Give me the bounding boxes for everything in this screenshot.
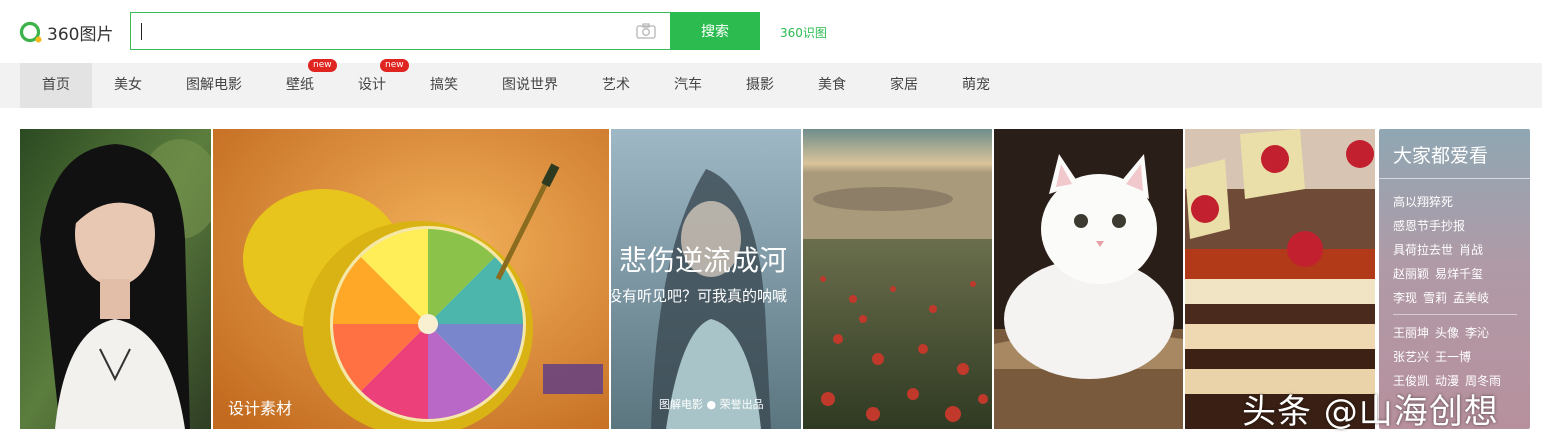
nav-item-photography[interactable]: 摄影 — [724, 63, 796, 108]
trending-link[interactable]: 李现 — [1393, 291, 1417, 305]
search-input[interactable] — [131, 13, 621, 49]
nav-item-home[interactable]: 首页 — [20, 63, 92, 108]
flower-field-image — [803, 129, 992, 429]
photo-tile-cat[interactable] — [994, 129, 1183, 429]
nav-item-funny[interactable]: 搞笑 — [408, 63, 480, 108]
trending-link[interactable]: 李沁 — [1465, 326, 1489, 340]
nav-item-movie[interactable]: 图解电影 — [164, 63, 264, 108]
movie-footer: 图解电影 ● 荣誉出品 — [659, 398, 764, 411]
new-badge: new — [380, 59, 409, 72]
white-cat-image — [994, 129, 1183, 429]
trending-link[interactable]: 高以翔猝死 — [1393, 195, 1453, 209]
trending-title: 大家都爱看 — [1393, 145, 1489, 167]
nav-item-beauty[interactable]: 美女 — [92, 63, 164, 108]
trending-link[interactable]: 王丽坤 — [1393, 326, 1429, 340]
nav-item-car[interactable]: 汽车 — [652, 63, 724, 108]
divider — [1393, 314, 1517, 315]
divider — [1379, 178, 1530, 179]
photo-tile-portrait[interactable] — [20, 129, 211, 429]
tile-caption: 设计素材 — [228, 399, 293, 418]
trending-row: 王丽坤 头像 李沁 — [1393, 324, 1495, 341]
photo-tile-design[interactable]: 设计素材 — [213, 129, 609, 429]
photo-tile-movie[interactable]: 悲伤逆流成河 没有听见吧？可我真的呐喊 图解电影 ● 荣誉出品 — [611, 129, 801, 429]
logo-text: 360图片 — [47, 24, 114, 45]
trending-row: 赵丽颖 易烊千玺 — [1393, 265, 1489, 282]
text-caret — [141, 23, 142, 40]
trending-row: 张艺兴 王一博 — [1393, 348, 1477, 365]
trending-row: 高以翔猝死 — [1393, 193, 1459, 210]
movie-subtitle: 没有听见吧？可我真的呐喊 — [611, 287, 788, 305]
360-logo-icon — [19, 21, 42, 43]
nav-item-world[interactable]: 图说世界 — [480, 63, 580, 108]
logo[interactable]: 360图片 — [19, 20, 114, 45]
watermark: 头条 @山海创想 — [1242, 392, 1499, 432]
trending-link[interactable]: 肖战 — [1459, 243, 1483, 257]
nav-item-pets[interactable]: 萌宠 — [940, 63, 1012, 108]
nav-item-home-decor[interactable]: 家居 — [868, 63, 940, 108]
trending-link[interactable]: 易烊千玺 — [1435, 267, 1483, 281]
nav-item-art[interactable]: 艺术 — [580, 63, 652, 108]
nav-item-design[interactable]: 设计 new — [336, 59, 409, 108]
new-badge: new — [308, 59, 337, 72]
trending-link[interactable]: 感恩节手抄报 — [1393, 219, 1465, 233]
portrait-image — [20, 129, 211, 429]
nav-item-food[interactable]: 美食 — [796, 63, 868, 108]
search-button[interactable]: 搜索 — [670, 12, 760, 50]
camera-icon[interactable] — [636, 23, 656, 39]
trending-link[interactable]: 头像 — [1435, 326, 1459, 340]
nav-item-wallpaper[interactable]: 壁纸 new — [264, 59, 337, 108]
trending-row: 李现 雪莉 孟美岐 — [1393, 289, 1495, 306]
trending-row: 感恩节手抄报 — [1393, 217, 1471, 234]
photo-tile-landscape[interactable] — [803, 129, 992, 429]
movie-title: 悲伤逆流成河 — [619, 244, 788, 277]
lemon-image — [213, 129, 609, 429]
trending-link[interactable]: 王一博 — [1435, 350, 1471, 364]
trending-link[interactable]: 张艺兴 — [1393, 350, 1429, 364]
trending-link[interactable]: 孟美岐 — [1453, 291, 1489, 305]
movie-still-image — [611, 129, 801, 429]
image-search-link[interactable]: 360识图 — [780, 24, 827, 41]
category-nav: 首页 美女 图解电影 壁纸 new 设计 new 搞笑 图说世界 艺术 汽车 摄… — [0, 59, 1542, 108]
trending-row: 具荷拉去世 肖战 — [1393, 241, 1489, 258]
trending-link[interactable]: 具荷拉去世 — [1393, 243, 1453, 257]
trending-link[interactable]: 雪莉 — [1423, 291, 1447, 305]
trending-link[interactable]: 赵丽颖 — [1393, 267, 1429, 281]
search-box — [130, 12, 670, 50]
